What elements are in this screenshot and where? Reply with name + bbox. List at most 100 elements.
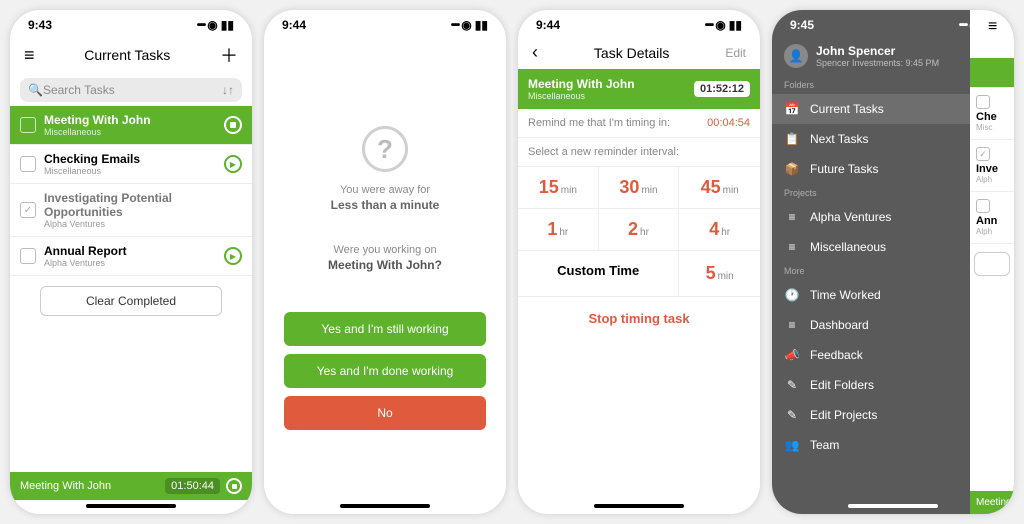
folder-icon: 📅: [784, 102, 800, 116]
play-icon[interactable]: ▶: [224, 155, 242, 173]
away-body: ? You were away for Less than a minute W…: [264, 36, 506, 500]
task-row[interactable]: Meeting With John Miscellaneous: [10, 106, 252, 145]
home-indicator: [594, 504, 684, 508]
signal-icon: •••••: [197, 20, 205, 31]
menu-icon[interactable]: ≡: [24, 45, 35, 66]
interval-option[interactable]: 15min: [518, 167, 599, 209]
folder-icon: 📋: [784, 132, 800, 146]
task-category: Miscellaneous: [44, 166, 224, 176]
interval-option[interactable]: 2hr: [599, 209, 680, 251]
add-task-icon[interactable]: ＋: [220, 42, 238, 68]
signal-icon: •••••: [705, 20, 713, 31]
question-icon: ?: [362, 126, 408, 172]
select-interval-label: Select a new reminder interval:: [518, 138, 760, 167]
status-icons: ••••• ◉ ▮▮: [705, 18, 742, 32]
task-row[interactable]: Checking Emails Miscellaneous ▶: [10, 145, 252, 184]
task-row[interactable]: ✓ Investigating Potential Opportunities …: [10, 184, 252, 237]
task-checkbox[interactable]: [20, 248, 36, 264]
working-on-label: Were you working on: [333, 244, 436, 256]
page-title: Current Tasks: [84, 47, 170, 63]
clock: 9:44: [282, 18, 306, 32]
wifi-icon: ◉: [207, 18, 217, 32]
battery-icon: ▮▮: [729, 18, 742, 32]
search-input[interactable]: 🔍 Search Tasks ↓↑: [20, 78, 242, 102]
remind-row: Remind me that I'm timing in: 00:04:54: [518, 109, 760, 138]
task-row: ✓ Inve Alph: [970, 140, 1014, 192]
task-name: Meeting With John: [528, 77, 635, 91]
task-checkbox[interactable]: [20, 117, 36, 133]
no-button[interactable]: No: [284, 396, 486, 430]
stop-timing-button[interactable]: Stop timing task: [518, 297, 760, 340]
task-checkbox[interactable]: [20, 156, 36, 172]
task-row[interactable]: Annual Report Alpha Ventures ▶: [10, 237, 252, 276]
search-icon: 🔍: [28, 83, 43, 97]
screen-drawer: 9:45 ••••• ◉ ▮▮ 👤 John Spencer Spencer I…: [772, 10, 1014, 514]
away-task-name: Meeting With John?: [328, 258, 442, 272]
timing-bar[interactable]: Meeting With John 01:50:44: [10, 472, 252, 500]
project-icon: ≡: [784, 210, 800, 224]
custom-time-button[interactable]: Custom Time: [518, 251, 679, 297]
home-indicator: [86, 504, 176, 508]
battery-icon: ▮▮: [221, 18, 234, 32]
clock: 9:43: [28, 18, 52, 32]
interval-option[interactable]: 5min: [679, 251, 760, 297]
task-checkbox: [976, 95, 990, 109]
status-bar: 9:44 ••••• ◉ ▮▮: [518, 10, 760, 36]
timing-bar-peek: Meeting: [970, 491, 1014, 514]
stop-icon[interactable]: [226, 478, 242, 494]
signal-icon: •••••: [959, 20, 967, 31]
remind-countdown: 00:04:54: [707, 117, 750, 129]
interval-option[interactable]: 45min: [679, 167, 760, 209]
done-working-button[interactable]: Yes and I'm done working: [284, 354, 486, 388]
screen-current-tasks: 9:43 ••••• ◉ ▮▮ ≡ Current Tasks ＋ 🔍 Sear…: [10, 10, 252, 514]
status-icons: ••••• ◉ ▮▮: [451, 18, 488, 32]
team-icon: 👥: [784, 438, 800, 452]
stop-timing-icon[interactable]: [224, 116, 242, 134]
task-list: Meeting With John Miscellaneous Checking…: [10, 106, 252, 472]
nav-bar: ≡ Current Tasks ＋: [10, 36, 252, 74]
wifi-icon: ◉: [715, 18, 725, 32]
task-name: Meeting With John: [44, 113, 224, 127]
status-bar: 9:43 ••••• ◉ ▮▮: [10, 10, 252, 36]
timing-task-name: Meeting With John: [20, 480, 111, 492]
clock: 9:44: [536, 18, 560, 32]
play-icon[interactable]: ▶: [224, 247, 242, 265]
project-icon: ≡: [784, 240, 800, 254]
task-category: Miscellaneous: [528, 91, 635, 101]
interval-option[interactable]: 1hr: [518, 209, 599, 251]
task-category: Alpha Ventures: [44, 258, 224, 268]
menu-icon[interactable]: ≡: [970, 10, 1014, 36]
megaphone-icon: 📣: [784, 348, 800, 362]
back-icon[interactable]: ‹: [532, 42, 538, 63]
user-name: John Spencer: [816, 44, 939, 58]
nav-bar: ‹ Task Details Edit: [518, 36, 760, 69]
interval-option[interactable]: 30min: [599, 167, 680, 209]
avatar: 👤: [784, 44, 808, 68]
task-checkbox-checked[interactable]: ✓: [20, 202, 36, 218]
search-placeholder: Search Tasks: [43, 83, 115, 97]
page-title: Task Details: [594, 45, 669, 61]
signal-icon: •••••: [451, 20, 459, 31]
home-indicator: [340, 504, 430, 508]
task-row: [970, 58, 1014, 88]
task-detail-header: Meeting With John Miscellaneous 01:52:12: [518, 69, 760, 109]
wifi-icon: ◉: [461, 18, 471, 32]
screen-task-details: 9:44 ••••• ◉ ▮▮ ‹ Task Details Edit Meet…: [518, 10, 760, 514]
elapsed-time: 01:50:44: [165, 478, 220, 494]
status-bar: 9:44 ••••• ◉ ▮▮: [264, 10, 506, 36]
edit-button[interactable]: Edit: [725, 46, 746, 60]
clear-button-peek: [974, 252, 1010, 276]
away-duration: Less than a minute: [331, 198, 440, 212]
status-icons: ••••• ◉ ▮▮: [197, 18, 234, 32]
task-row: Che Misc: [970, 88, 1014, 140]
interval-option[interactable]: 4hr: [679, 209, 760, 251]
interval-grid: 15min 30min 45min 1hr 2hr 4hr: [518, 167, 760, 251]
task-name: Investigating Potential Opportunities: [44, 191, 242, 219]
sort-icon[interactable]: ↓↑: [222, 83, 234, 97]
clock: 9:45: [790, 18, 814, 32]
elapsed-time: 01:52:12: [694, 81, 750, 97]
task-name: Checking Emails: [44, 152, 224, 166]
still-working-button[interactable]: Yes and I'm still working: [284, 312, 486, 346]
screen-away-prompt: 9:44 ••••• ◉ ▮▮ ? You were away for Less…: [264, 10, 506, 514]
clear-completed-button[interactable]: Clear Completed: [40, 286, 222, 316]
